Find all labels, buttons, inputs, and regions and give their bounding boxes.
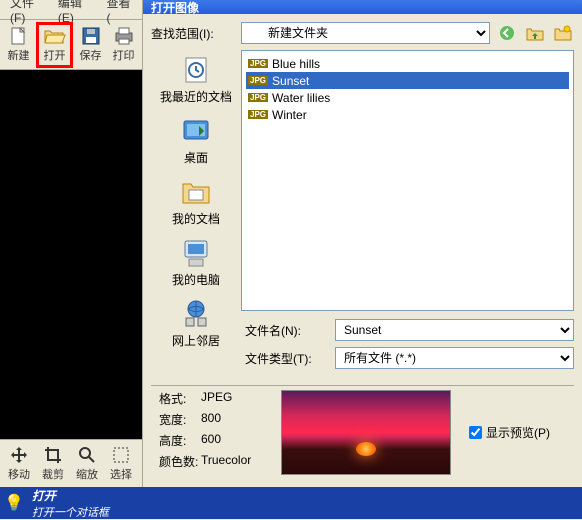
print-button[interactable]: 打印 (108, 26, 139, 63)
file-item[interactable]: JPGBlue hills (246, 55, 569, 72)
place-recent[interactable]: 我最近的文档 (160, 54, 232, 105)
open-button[interactable]: 打开 (36, 22, 73, 68)
menubar: 文件(F) 编辑(E) 查看( (0, 0, 142, 20)
show-preview-label: 显示预览(P) (486, 424, 550, 441)
file-item[interactable]: JPGWater lilies (246, 89, 569, 106)
recent-docs-icon (180, 54, 212, 86)
place-mydocs[interactable]: 我的文档 (172, 176, 220, 227)
tools-toolbar: 移动 裁剪 缩放 选择 (0, 439, 142, 487)
crop-icon (41, 445, 65, 465)
jpg-badge-icon: JPG (248, 110, 268, 119)
place-mycomputer[interactable]: 我的电脑 (172, 237, 220, 288)
hint-bulb-icon: 💡 (4, 493, 24, 513)
jpg-badge-icon: JPG (248, 93, 268, 102)
magnifier-icon (75, 445, 99, 465)
mydocs-folder-icon (180, 176, 212, 208)
filename-label: 文件名(N): (245, 322, 335, 339)
image-thumbnail (281, 390, 451, 475)
new-button[interactable]: 新建 (3, 26, 34, 63)
file-metadata: 格式:JPEG 宽度:800 高度:600 颜色数:Truecolor (151, 390, 281, 475)
lookin-dropdown[interactable]: 新建文件夹 (241, 22, 490, 44)
places-bar: 我最近的文档 桌面 我的文档 我的电脑 网上邻居 (151, 50, 241, 311)
main-toolbar: 新建 打开 保存 打印 (0, 20, 142, 70)
new-folder-button[interactable] (552, 22, 574, 44)
status-text: 打开 打开一个对话框 (32, 487, 109, 520)
move-tool[interactable]: 移动 (3, 445, 35, 482)
file-list[interactable]: JPGBlue hills JPGSunset JPGWater lilies … (241, 50, 574, 311)
printer-icon (112, 26, 136, 46)
select-tool[interactable]: 选择 (105, 445, 137, 482)
open-file-dialog: 打开图像 查找范围(I): 新建文件夹 我最近的文档 桌面 我的文档 我的电脑 … (142, 0, 582, 487)
filename-input[interactable]: Sunset (335, 319, 574, 341)
file-item[interactable]: JPGSunset (246, 72, 569, 89)
filetype-label: 文件类型(T): (245, 350, 335, 367)
place-desktop[interactable]: 桌面 (180, 115, 212, 166)
crop-tool[interactable]: 裁剪 (37, 445, 69, 482)
new-file-icon (7, 26, 31, 46)
up-one-level-button[interactable] (524, 22, 546, 44)
jpg-badge-icon: JPG (248, 76, 268, 85)
filetype-dropdown[interactable]: 所有文件 (*.*) (335, 347, 574, 369)
computer-icon (180, 237, 212, 269)
jpg-badge-icon: JPG (248, 59, 268, 68)
open-folder-icon (43, 26, 67, 46)
preview-panel: 格式:JPEG 宽度:800 高度:600 颜色数:Truecolor 显示预览… (151, 385, 574, 479)
lookin-label: 查找范围(I): (151, 25, 241, 42)
save-disk-icon (79, 26, 103, 46)
move-arrows-icon (7, 445, 31, 465)
marquee-icon (109, 445, 133, 465)
desktop-icon (180, 115, 212, 147)
status-bar: 💡 打开 打开一个对话框 (0, 487, 582, 519)
menu-view[interactable]: 查看( (100, 0, 138, 25)
file-item[interactable]: JPGWinter (246, 106, 569, 123)
back-button[interactable] (496, 22, 518, 44)
save-button[interactable]: 保存 (75, 26, 106, 63)
dialog-titlebar: 打开图像 (143, 0, 582, 14)
show-preview-checkbox[interactable] (469, 426, 482, 439)
zoom-tool[interactable]: 缩放 (71, 445, 103, 482)
